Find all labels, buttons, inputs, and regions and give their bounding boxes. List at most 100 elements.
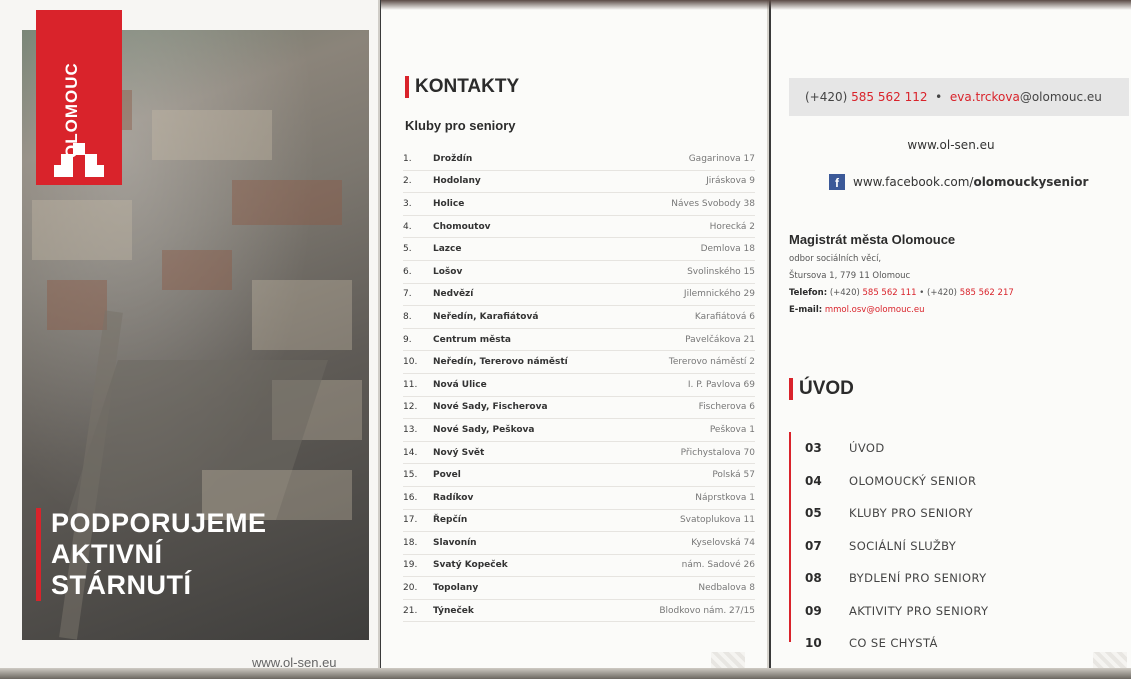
- club-name: Řepčín: [433, 515, 468, 526]
- club-name: Droždín: [433, 153, 473, 164]
- club-address: Demlova 18: [700, 244, 755, 255]
- accent-bar: [405, 76, 409, 98]
- office-phone-prefix-2: (+420): [927, 288, 957, 298]
- list-item: 3. Holice Náves Svobody 38: [403, 193, 755, 216]
- accent-bar: [789, 378, 793, 400]
- club-address: Svolinského 15: [687, 266, 755, 277]
- list-item: 5. Lazce Demlova 18: [403, 238, 755, 261]
- clubs-subtitle: Kluby pro seniory: [405, 118, 516, 133]
- toc-item[interactable]: 05 KLUBY PRO SENIORY: [791, 497, 988, 530]
- facebook-icon: f: [829, 174, 845, 190]
- list-item: 12. Nové Sady, Fischerova Fischerova 6: [403, 397, 755, 420]
- toc-title-text: ÚVOD: [799, 378, 854, 399]
- club-address: Pavelčákova 21: [685, 334, 755, 345]
- toc-page-number: 09: [805, 603, 822, 618]
- office-phone-1[interactable]: 585 562 111: [863, 288, 917, 298]
- club-address: Náves Svobody 38: [671, 198, 755, 209]
- list-item: 19. Svatý Kopeček nám. Sadové 26: [403, 555, 755, 578]
- club-address: Fischerova 6: [698, 402, 755, 413]
- list-item: 2. Hodolany Jiráskova 9: [403, 171, 755, 194]
- club-number: 13.: [403, 424, 418, 435]
- website-link[interactable]: www.ol-sen.eu: [771, 138, 1131, 152]
- club-name: Nové Sady, Fischerova: [433, 402, 548, 413]
- email-user[interactable]: eva.trckova: [950, 90, 1020, 104]
- facebook-link[interactable]: f www.facebook.com/olomouckysenior: [829, 174, 1088, 190]
- club-number: 18.: [403, 537, 418, 548]
- separator-bullet: •: [935, 90, 943, 104]
- club-number: 10.: [403, 357, 418, 368]
- club-name: Chomoutov: [433, 221, 491, 232]
- club-name: Lošov: [433, 266, 463, 277]
- office-phone-prefix-1: (+420): [829, 288, 860, 298]
- contact-bar: (+420) 585 562 112 • eva.trckova @olomouc…: [789, 78, 1129, 116]
- toc-item[interactable]: 10 CO SE CHYSTÁ: [791, 627, 988, 660]
- facebook-base: www.facebook.com/: [853, 175, 974, 189]
- city-tab: OLOMOUC: [36, 10, 122, 185]
- toc-item[interactable]: 07 SOCIÁLNÍ SLUŽBY: [791, 530, 988, 563]
- toc-title: ÚVOD: [789, 378, 854, 400]
- club-number: 7.: [403, 289, 412, 300]
- email-label: E-mail:: [789, 305, 823, 315]
- office-phone-2[interactable]: 585 562 217: [960, 288, 1014, 298]
- club-address: I. P. Pavlova 69: [687, 379, 755, 390]
- club-number: 12.: [403, 402, 418, 413]
- club-name: Radíkov: [433, 492, 474, 503]
- page-bottom-shadow: [0, 668, 1131, 679]
- club-number: 11.: [403, 379, 418, 390]
- toc-label: OLOMOUCKÝ SENIOR: [849, 473, 977, 488]
- office-department: odbor sociálních věcí,: [789, 254, 882, 264]
- toc-label: AKTIVITY PRO SENIORY: [849, 603, 989, 618]
- toc-item[interactable]: 09 AKTIVITY PRO SENIORY: [791, 595, 988, 628]
- toc-label: KLUBY PRO SENIORY: [849, 506, 974, 521]
- toc-label: BYDLENÍ PRO SENIORY: [849, 571, 987, 586]
- club-number: 2.: [403, 176, 412, 187]
- office-email: E-mail: mmol.osv@olomouc.eu: [789, 302, 1014, 319]
- club-name: Lazce: [433, 244, 462, 255]
- club-name: Neředín, Karafiátová: [433, 311, 539, 322]
- club-name: Povel: [433, 470, 461, 481]
- office-phone: Telefon: (+420) 585 562 111 • (+420) 585…: [789, 285, 1014, 302]
- toc-item[interactable]: 03 ÚVOD: [791, 432, 988, 465]
- toc-page-number: 08: [805, 571, 822, 586]
- email-domain[interactable]: @olomouc.eu: [1020, 90, 1102, 104]
- list-item: 20. Topolany Nedbalova 8: [403, 577, 755, 600]
- club-name: Hodolany: [433, 176, 481, 187]
- club-address: Přichystalova 70: [680, 447, 755, 458]
- list-item: 4. Chomoutov Horecká 2: [403, 216, 755, 239]
- list-item: 13. Nové Sady, Peškova Peškova 1: [403, 419, 755, 442]
- toc-item[interactable]: 04 OLOMOUCKÝ SENIOR: [791, 465, 988, 498]
- table-of-contents: 03 ÚVOD 04 OLOMOUCKÝ SENIOR 05 KLUBY PRO SENI…: [789, 432, 988, 650]
- club-number: 20.: [403, 583, 418, 594]
- info-page: (+420) 585 562 112 • eva.trckova @olomouc…: [771, 0, 1131, 679]
- office-name: Magistrát města Olomouce: [789, 232, 956, 247]
- list-item: 18. Slavonín Kyselovská 74: [403, 532, 755, 555]
- office-contact: Magistrát města Olomouce odbor sociálníc…: [789, 232, 1014, 319]
- club-address: Blodkovo nám. 27/15: [659, 605, 755, 616]
- club-number: 15.: [403, 470, 418, 481]
- toc-label: ÚVOD: [849, 441, 885, 456]
- club-name: Neředín, Tererovo náměstí: [433, 357, 568, 368]
- office-email-address[interactable]: mmol.osv@olomouc.eu: [825, 305, 925, 315]
- club-address: Tererovo náměstí 2: [668, 357, 755, 368]
- club-name: Nedvězí: [433, 289, 474, 300]
- toc-item[interactable]: 08 BYDLENÍ PRO SENIORY: [791, 562, 988, 595]
- club-address: Jilemnického 29: [683, 289, 755, 300]
- club-number: 1.: [403, 153, 412, 164]
- club-name: Topolany: [433, 583, 479, 594]
- toc-page-number: 03: [805, 441, 822, 456]
- club-address: Polská 57: [712, 470, 755, 481]
- list-item: 15. Povel Polská 57: [403, 464, 755, 487]
- club-address: Nedbalova 8: [698, 583, 755, 594]
- club-address: Náprstkova 1: [695, 492, 755, 503]
- phone-number[interactable]: 585 562 112: [851, 90, 927, 104]
- phone-prefix: (+420): [805, 90, 848, 104]
- club-number: 9.: [403, 334, 412, 345]
- page-top-shadow: [381, 0, 1131, 10]
- club-number: 6.: [403, 266, 412, 277]
- toc-page-number: 10: [805, 636, 822, 651]
- club-number: 3.: [403, 198, 412, 209]
- contacts-page: KONTAKTY Kluby pro seniory 1. Droždín Gaga…: [381, 0, 769, 679]
- headline-line-2: AKTIVNÍ: [51, 539, 163, 569]
- club-name: Nová Ulice: [433, 379, 487, 390]
- city-logo-checker: [54, 143, 104, 177]
